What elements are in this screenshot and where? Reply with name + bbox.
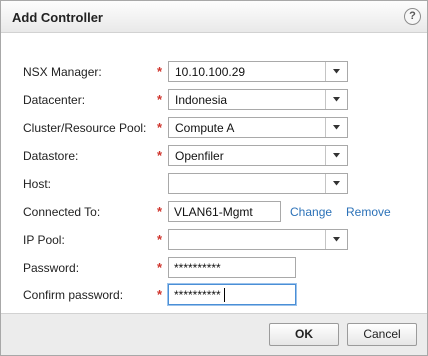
- chevron-down-icon: [333, 125, 340, 130]
- dialog-title: Add Controller: [12, 10, 103, 25]
- chevron-down-icon: [333, 69, 340, 74]
- required-marker: *: [157, 120, 163, 135]
- datacenter-select[interactable]: Indonesia: [168, 89, 348, 110]
- cluster-resource-pool-row: Cluster/Resource Pool: * Compute A: [1, 117, 427, 139]
- connected-to-field[interactable]: VLAN61-Mgmt: [168, 201, 281, 222]
- datastore-row: Datastore: * Openfiler: [1, 145, 427, 167]
- nsx-manager-select[interactable]: 10.10.100.29: [168, 61, 348, 82]
- dropdown-button[interactable]: [325, 90, 347, 109]
- connected-to-row: Connected To: * VLAN61-Mgmt Change Remov…: [1, 201, 427, 223]
- host-select[interactable]: [168, 173, 348, 194]
- confirm-password-field[interactable]: **********: [168, 284, 296, 305]
- host-row: Host:: [1, 173, 427, 195]
- dropdown-button[interactable]: [325, 146, 347, 165]
- host-label: Host:: [23, 177, 52, 191]
- connected-to-value: VLAN61-Mgmt: [174, 205, 253, 219]
- datastore-select[interactable]: Openfiler: [168, 145, 348, 166]
- required-marker: *: [157, 148, 163, 163]
- datastore-label: Datastore:: [23, 149, 79, 163]
- change-link[interactable]: Change: [290, 205, 332, 219]
- datacenter-value: Indonesia: [175, 93, 228, 107]
- datacenter-row: Datacenter: * Indonesia: [1, 89, 427, 111]
- connected-to-label: Connected To:: [23, 205, 101, 219]
- add-controller-dialog: Add Controller ? NSX Manager: * 10.10.10…: [0, 0, 428, 356]
- dialog-titlebar: Add Controller ?: [1, 1, 427, 33]
- required-marker: *: [157, 260, 163, 275]
- required-marker: *: [157, 287, 163, 302]
- confirm-password-label: Confirm password:: [23, 288, 124, 302]
- dialog-footer: OK Cancel: [1, 313, 427, 355]
- required-marker: *: [157, 232, 163, 247]
- nsx-manager-label: NSX Manager:: [23, 65, 102, 79]
- dropdown-button[interactable]: [325, 230, 347, 249]
- datastore-value: Openfiler: [175, 149, 224, 163]
- datacenter-label: Datacenter:: [23, 93, 86, 107]
- cancel-button[interactable]: Cancel: [347, 323, 417, 346]
- help-icon[interactable]: ?: [404, 8, 421, 25]
- required-marker: *: [157, 64, 163, 79]
- cluster-resource-pool-label: Cluster/Resource Pool:: [23, 121, 147, 135]
- password-row: Password: * **********: [1, 257, 427, 279]
- chevron-down-icon: [333, 97, 340, 102]
- ip-pool-select[interactable]: [168, 229, 348, 250]
- required-marker: *: [157, 92, 163, 107]
- cluster-resource-pool-value: Compute A: [175, 121, 235, 135]
- chevron-down-icon: [333, 237, 340, 242]
- confirm-password-value: **********: [174, 288, 221, 302]
- nsx-manager-value: 10.10.100.29: [175, 65, 246, 79]
- ip-pool-row: IP Pool: *: [1, 229, 427, 251]
- nsx-manager-row: NSX Manager: * 10.10.100.29: [1, 61, 427, 83]
- cluster-resource-pool-select[interactable]: Compute A: [168, 117, 348, 138]
- dropdown-button[interactable]: [325, 62, 347, 81]
- required-marker: *: [157, 204, 163, 219]
- password-label: Password:: [23, 261, 80, 275]
- confirm-password-row: Confirm password: * **********: [1, 284, 427, 306]
- ip-pool-label: IP Pool:: [23, 233, 65, 247]
- text-caret: [224, 288, 225, 302]
- dropdown-button[interactable]: [325, 118, 347, 137]
- password-field[interactable]: **********: [168, 257, 296, 278]
- remove-link[interactable]: Remove: [346, 205, 391, 219]
- ok-button[interactable]: OK: [269, 323, 339, 346]
- dropdown-button[interactable]: [325, 174, 347, 193]
- password-value: **********: [174, 261, 221, 275]
- chevron-down-icon: [333, 153, 340, 158]
- chevron-down-icon: [333, 181, 340, 186]
